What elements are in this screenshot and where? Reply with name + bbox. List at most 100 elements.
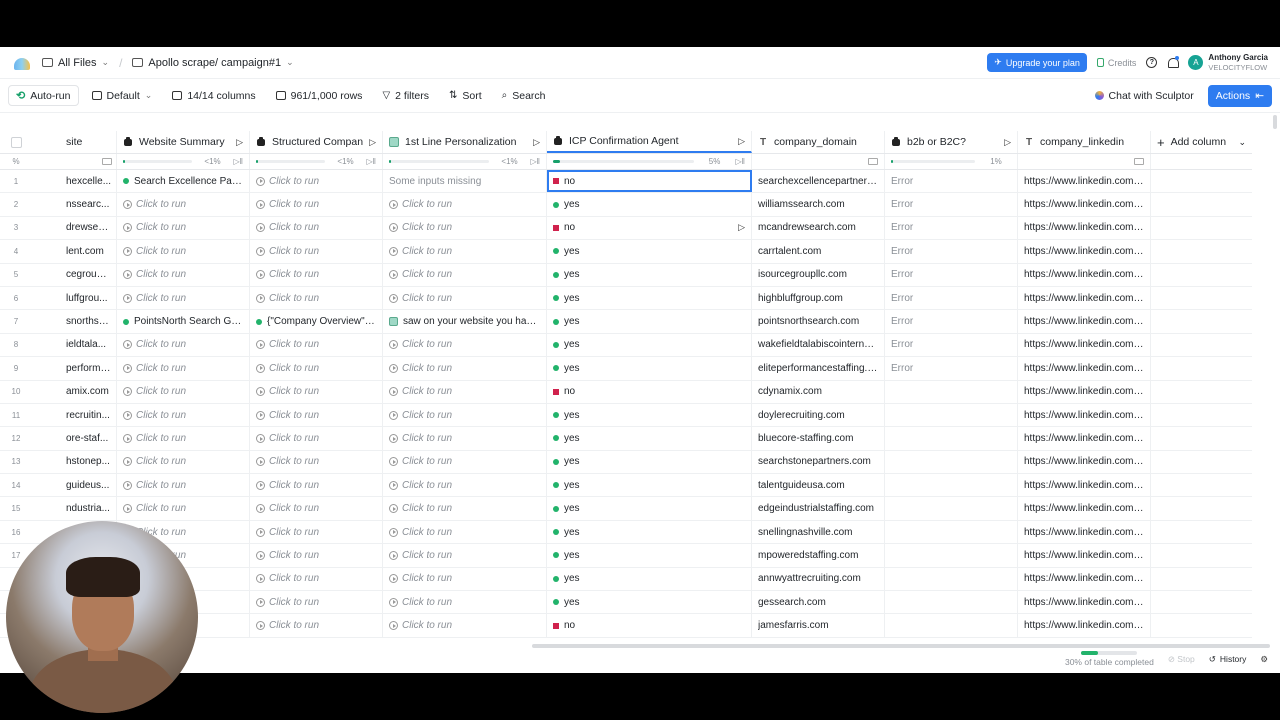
cell-first-line[interactable]: Click to run (383, 380, 547, 403)
table-row[interactable]: 2 nssearc... Click to run Click to run Click… (0, 193, 1252, 217)
cell-company-linkedin[interactable]: https://www.linkedin.com/... (1018, 427, 1151, 450)
cell-company-linkedin[interactable]: https://www.linkedin.com/... (1018, 474, 1151, 497)
cell-structured-company[interactable]: Click to run (250, 403, 383, 427)
cell-company-linkedin[interactable]: https://www.linkedin.com/... (1018, 263, 1151, 286)
notification-bell-icon[interactable] (1167, 56, 1180, 68)
cell-website-summary[interactable]: Click to run (117, 427, 250, 450)
history-button[interactable]: ↺ History (1209, 654, 1247, 665)
cell-b2b[interactable]: Error (885, 240, 1018, 263)
cell-structured-company[interactable]: Click to run (250, 427, 383, 450)
cell-b2b[interactable] (885, 474, 1018, 497)
row-handle[interactable] (32, 287, 66, 309)
cell-first-line[interactable]: Click to run (383, 333, 547, 357)
cell-structured-company[interactable]: Click to run (250, 544, 383, 567)
help-icon[interactable]: ? (1146, 57, 1158, 68)
click-to-run[interactable]: Click to run (389, 199, 452, 210)
cell-b2b[interactable]: Error (885, 333, 1018, 357)
click-to-run[interactable]: Click to run (123, 339, 186, 350)
cell-first-line[interactable]: Click to run (383, 216, 547, 240)
cell-company-linkedin[interactable]: https://www.linkedin.com/... (1018, 216, 1151, 240)
click-to-run[interactable]: Click to run (389, 246, 452, 257)
row-handle[interactable] (32, 170, 66, 192)
click-to-run[interactable]: Click to run (256, 456, 319, 467)
click-to-run[interactable]: Click to run (389, 573, 452, 584)
table-row[interactable]: 1 hexcelle... Search Excellence Part... Cli… (0, 170, 1252, 194)
cell-website-summary[interactable]: Click to run (117, 333, 250, 357)
click-to-run[interactable]: Click to run (123, 246, 186, 257)
click-to-run[interactable]: Click to run (389, 269, 452, 280)
cell-structured-company[interactable]: Click to run (250, 474, 383, 497)
cell-company-linkedin[interactable]: https://www.linkedin.com/... (1018, 497, 1151, 520)
cell-company-linkedin[interactable]: https://www.linkedin.com/... (1018, 170, 1151, 193)
header-company-linkedin[interactable]: Tcompany_linkedin (1018, 131, 1151, 153)
cell-first-line[interactable]: Click to run (383, 614, 547, 637)
cell-company-linkedin[interactable]: https://www.linkedin.com/... (1018, 520, 1151, 544)
click-to-run[interactable]: Click to run (389, 339, 452, 350)
click-to-run[interactable]: Click to run (123, 199, 186, 210)
cell-site[interactable]: cegroupl... (66, 263, 117, 286)
pause-icon[interactable]: ▷‖ (234, 157, 243, 166)
click-to-run[interactable]: Click to run (256, 293, 319, 304)
row-handle[interactable] (32, 240, 66, 262)
row-handle[interactable] (32, 193, 66, 215)
run-column-icon[interactable]: ▷ (533, 137, 540, 148)
row-handle[interactable] (32, 310, 66, 332)
cell-b2b[interactable]: Error (885, 357, 1018, 380)
cell-icp[interactable]: yes (547, 403, 752, 427)
click-to-run[interactable]: Click to run (389, 293, 452, 304)
click-to-run[interactable]: Click to run (256, 363, 319, 374)
click-to-run[interactable]: Click to run (123, 222, 186, 233)
header-site[interactable]: site (66, 131, 117, 153)
cell-first-line[interactable]: Click to run (383, 474, 547, 497)
cell-company-domain[interactable]: highbluffgroup.com (752, 286, 885, 310)
cell-site[interactable]: lent.com (66, 240, 117, 263)
cell-b2b[interactable]: Error (885, 286, 1018, 310)
click-to-run[interactable]: Click to run (389, 222, 452, 233)
search-button[interactable]: ⌕ Search (495, 87, 553, 105)
table-row[interactable]: 4 lent.com Click to run Click to run Click t… (0, 240, 1252, 264)
cell-first-line[interactable]: Click to run (383, 591, 547, 614)
cell-structured-company[interactable]: Click to run (250, 520, 383, 544)
cell-icp[interactable]: yes (547, 263, 752, 286)
cell-first-line[interactable]: Click to run (383, 193, 547, 216)
row-handle[interactable] (32, 381, 66, 403)
click-to-run[interactable]: Click to run (389, 527, 452, 538)
cell-b2b[interactable] (885, 403, 1018, 427)
cell-company-linkedin[interactable]: https://www.linkedin.com/... (1018, 450, 1151, 474)
cell-website-summary[interactable]: Click to run (117, 216, 250, 240)
columns-button[interactable]: 14/14 columns (165, 87, 262, 105)
cell-b2b[interactable] (885, 591, 1018, 614)
cell-icp[interactable]: yes (547, 544, 752, 567)
click-to-run[interactable]: Click to run (123, 269, 186, 280)
cell-b2b[interactable]: Error (885, 170, 1018, 193)
click-to-run[interactable]: Click to run (256, 199, 319, 210)
cell-icp[interactable]: yes (547, 333, 752, 357)
chat-with-sculptor-button[interactable]: Chat with Sculptor (1089, 86, 1200, 106)
app-logo[interactable] (12, 55, 32, 71)
header-structured-company[interactable]: Structured Company ▷ (250, 131, 383, 153)
click-to-run[interactable]: Click to run (389, 597, 452, 608)
run-column-icon[interactable]: ▷ (236, 137, 243, 148)
table-row[interactable]: 15 ndustria... Click to run Click to run Cli… (0, 497, 1252, 521)
cell-icp[interactable]: no (547, 614, 752, 637)
cell-b2b[interactable] (885, 380, 1018, 403)
cell-company-domain[interactable]: jamesfarris.com (752, 614, 885, 637)
cell-website-summary[interactable]: Click to run (117, 357, 250, 380)
cell-icp[interactable]: no (547, 170, 752, 193)
row-handle[interactable] (32, 357, 66, 379)
cell-first-line[interactable]: Click to run (383, 403, 547, 427)
cell-website-summary[interactable]: Click to run (117, 450, 250, 474)
breadcrumb-all-files[interactable]: All Files ⌄ (42, 57, 109, 69)
pause-icon[interactable]: ▷‖ (531, 157, 540, 166)
cell-site[interactable]: ndustria... (66, 497, 117, 520)
click-to-run[interactable]: Click to run (389, 433, 452, 444)
click-to-run[interactable]: Click to run (123, 433, 186, 444)
cell-first-line[interactable]: Click to run (383, 263, 547, 286)
click-to-run[interactable]: Click to run (256, 433, 319, 444)
cell-company-domain[interactable]: bluecore-staffing.com (752, 427, 885, 450)
cell-company-domain[interactable]: carrtalent.com (752, 240, 885, 263)
cell-website-summary[interactable]: Click to run (117, 240, 250, 263)
table-row[interactable]: 3 drewsea... Click to run Click to run Click… (0, 216, 1252, 241)
cell-company-domain[interactable]: mpoweredstaffing.com (752, 544, 885, 567)
cell-company-linkedin[interactable]: https://www.linkedin.com/... (1018, 193, 1151, 216)
